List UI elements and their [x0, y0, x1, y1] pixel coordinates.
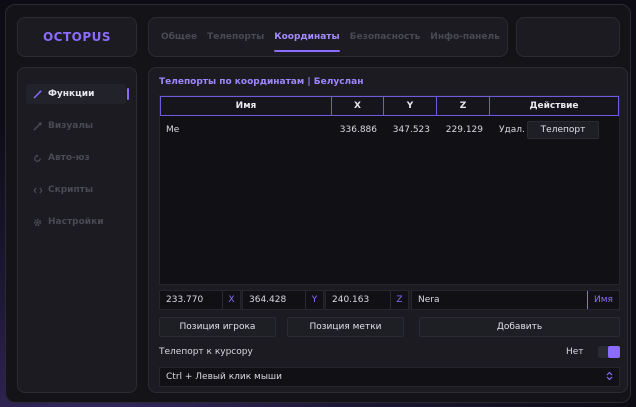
app-logo: OCTOPUS: [42, 30, 112, 44]
z-input-label: Z: [390, 291, 408, 309]
column-header-y: Y: [384, 97, 437, 115]
column-header-z: Z: [437, 97, 490, 115]
main-panel: Телепорты по координатам | Белуслан Имя …: [148, 67, 628, 393]
teleport-table: Имя X Y Z Действие Me 336.886 347.523 22…: [159, 95, 620, 285]
sidebar-item-label: Функции: [48, 89, 95, 99]
column-header-x: X: [332, 97, 384, 115]
cursor-teleport-toggle[interactable]: [598, 346, 620, 358]
delete-button[interactable]: Удал.: [489, 125, 525, 135]
tab-coordinates[interactable]: Координаты: [274, 28, 341, 52]
gear-icon: [32, 218, 43, 227]
y-input-label: Y: [305, 291, 323, 309]
sidebar-item-label: Настройки: [48, 217, 104, 227]
sidebar-item-visuals[interactable]: Визуалы: [26, 116, 126, 136]
name-input-value[interactable]: Nera: [412, 295, 587, 305]
keybind-select[interactable]: Ctrl + Левый клик мыши: [159, 367, 620, 387]
keybind-select-value: Ctrl + Левый клик мыши: [166, 372, 283, 382]
chevron-updown-icon: [606, 371, 613, 383]
cell-name: Me: [166, 125, 180, 135]
tab-general[interactable]: Общее: [161, 28, 197, 46]
y-input[interactable]: 364.428 Y: [242, 290, 324, 310]
tab-teleports[interactable]: Телепорты: [207, 28, 264, 46]
sidebar-item-settings[interactable]: Настройки: [26, 212, 126, 232]
name-input-label: Имя: [587, 291, 619, 309]
code-icon: [32, 186, 43, 195]
x-input-value[interactable]: 233.770: [160, 295, 222, 305]
sidebar-item-label: Визуалы: [48, 121, 94, 131]
brush-icon: [32, 121, 43, 131]
table-header: Имя X Y Z Действие: [160, 96, 619, 116]
table-row: Me 336.886 347.523 229.129 Удал. Телепор…: [160, 119, 619, 141]
cursor-teleport-value: Нет: [566, 347, 584, 357]
toggle-knob: [608, 346, 620, 358]
player-position-button[interactable]: Позиция игрока: [159, 317, 276, 337]
teleport-button[interactable]: Телепорт: [527, 121, 599, 139]
breadcrumb: Телепорты по координатам | Белуслан: [159, 77, 364, 87]
z-input-value[interactable]: 240.163: [326, 295, 390, 305]
sidebar-item-label: Авто-юз: [48, 153, 90, 163]
sidebar-item-label: Скрипты: [48, 185, 94, 195]
z-input[interactable]: 240.163 Z: [325, 290, 409, 310]
wand-icon: [32, 89, 43, 99]
tab-security[interactable]: Безопасность: [350, 28, 421, 46]
top-tabs: Общее Телепорты Координаты Безопасность …: [148, 17, 508, 57]
cell-z: 229.129: [445, 125, 483, 135]
tab-info-panel[interactable]: Инфо-панель: [430, 28, 500, 46]
x-input[interactable]: 233.770 X: [159, 290, 241, 310]
header-extra-panel: [516, 17, 620, 57]
sidebar-item-scripts[interactable]: Скрипты: [26, 180, 126, 200]
add-button[interactable]: Добавить: [419, 317, 620, 337]
sidebar: Функции Визуалы Авто-юз Скрипты Настройк…: [17, 67, 137, 393]
column-header-name: Имя: [161, 97, 332, 115]
y-input-value[interactable]: 364.428: [243, 295, 305, 305]
x-input-label: X: [222, 291, 240, 309]
cell-x: 336.886: [339, 125, 377, 135]
name-input[interactable]: Nera Имя: [411, 290, 620, 310]
cursor-teleport-label: Телепорт к курсору: [159, 347, 253, 357]
logo-panel: OCTOPUS: [17, 17, 137, 57]
sidebar-item-autouse[interactable]: Авто-юз: [26, 148, 126, 168]
column-header-action: Действие: [529, 101, 579, 111]
cell-y: 347.523: [392, 125, 430, 135]
refresh-icon: [32, 153, 43, 163]
marker-position-button[interactable]: Позиция метки: [287, 317, 404, 337]
app-window: OCTOPUS Общее Телепорты Координаты Безоп…: [5, 4, 631, 403]
sidebar-item-functions[interactable]: Функции: [26, 84, 129, 104]
